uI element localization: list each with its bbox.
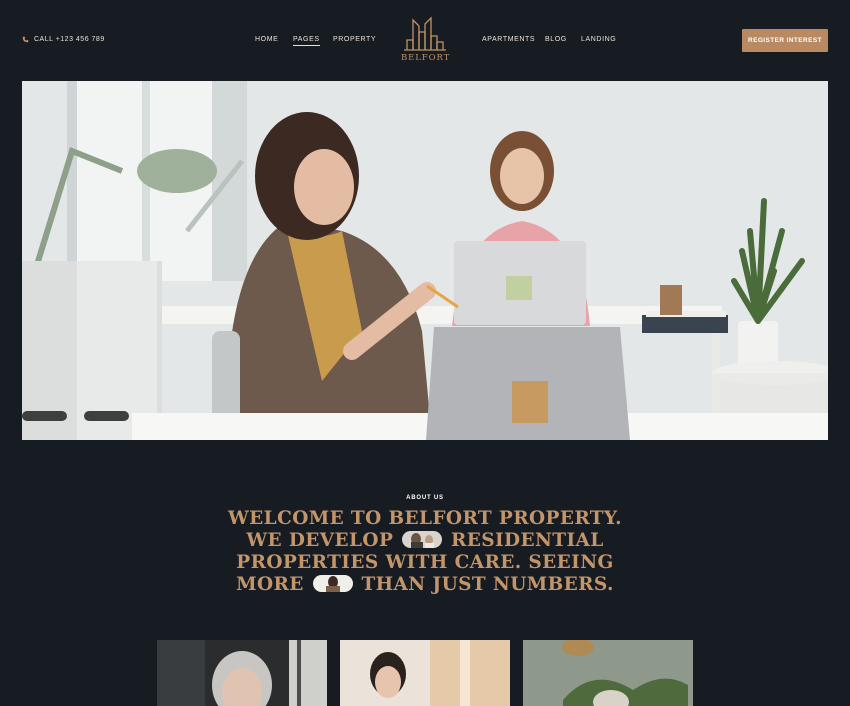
headline-line-2: WE DEVELOP RESIDENTIAL [0,530,850,552]
team-card[interactable] [523,640,693,706]
headline-line-1: WELCOME TO BELFORT PROPERTY. [227,508,622,529]
about-eyebrow: ABOUT US [406,495,444,501]
team-photo-thumbnail [312,575,353,592]
brand-name: BELFORT [401,53,451,63]
about-headline: WELCOME TO BELFORT PROPERTY. WE DEVELOP … [0,508,850,596]
team-card[interactable] [340,640,510,706]
hero-image [22,81,828,440]
team-card[interactable] [157,640,327,706]
register-interest-button[interactable]: REGISTER INTEREST [742,29,828,52]
brand-logo[interactable]: BELFORT [401,16,449,66]
headline-line-2-start: WE DEVELOP [246,530,394,551]
nav-pages[interactable]: PAGES [293,36,320,46]
team-photo [157,640,327,706]
site-header: CALL +123 456 789 HOME PAGES PROPERTY BE… [0,0,850,82]
inline-photo-pill [402,531,443,548]
headline-line-4-start: MORE [236,574,304,595]
office-scene-illustration [22,81,828,440]
headline-line-4: MORE THAN JUST NUMBERS. [0,574,850,596]
nav-landing[interactable]: LANDING [581,36,616,43]
headline-line-2-end: RESIDENTIAL [450,530,604,551]
phone-link[interactable]: CALL +123 456 789 [22,36,105,43]
building-logo-icon [404,16,446,51]
headline-line-4-end: THAN JUST NUMBERS. [361,574,614,595]
nav-blog[interactable]: BLOG [545,36,567,43]
inline-photo-pill [312,575,353,592]
nav-home[interactable]: HOME [255,36,278,43]
team-photo [523,640,693,706]
nav-property[interactable]: PROPERTY [333,36,376,43]
headline-line-3: PROPERTIES WITH CARE. SEEING [236,552,614,573]
nav-apartments[interactable]: APARTMENTS [482,36,535,43]
team-photo [340,640,510,706]
phone-number: CALL +123 456 789 [34,36,105,43]
phone-icon [22,36,29,43]
team-photo-thumbnail [402,531,443,548]
